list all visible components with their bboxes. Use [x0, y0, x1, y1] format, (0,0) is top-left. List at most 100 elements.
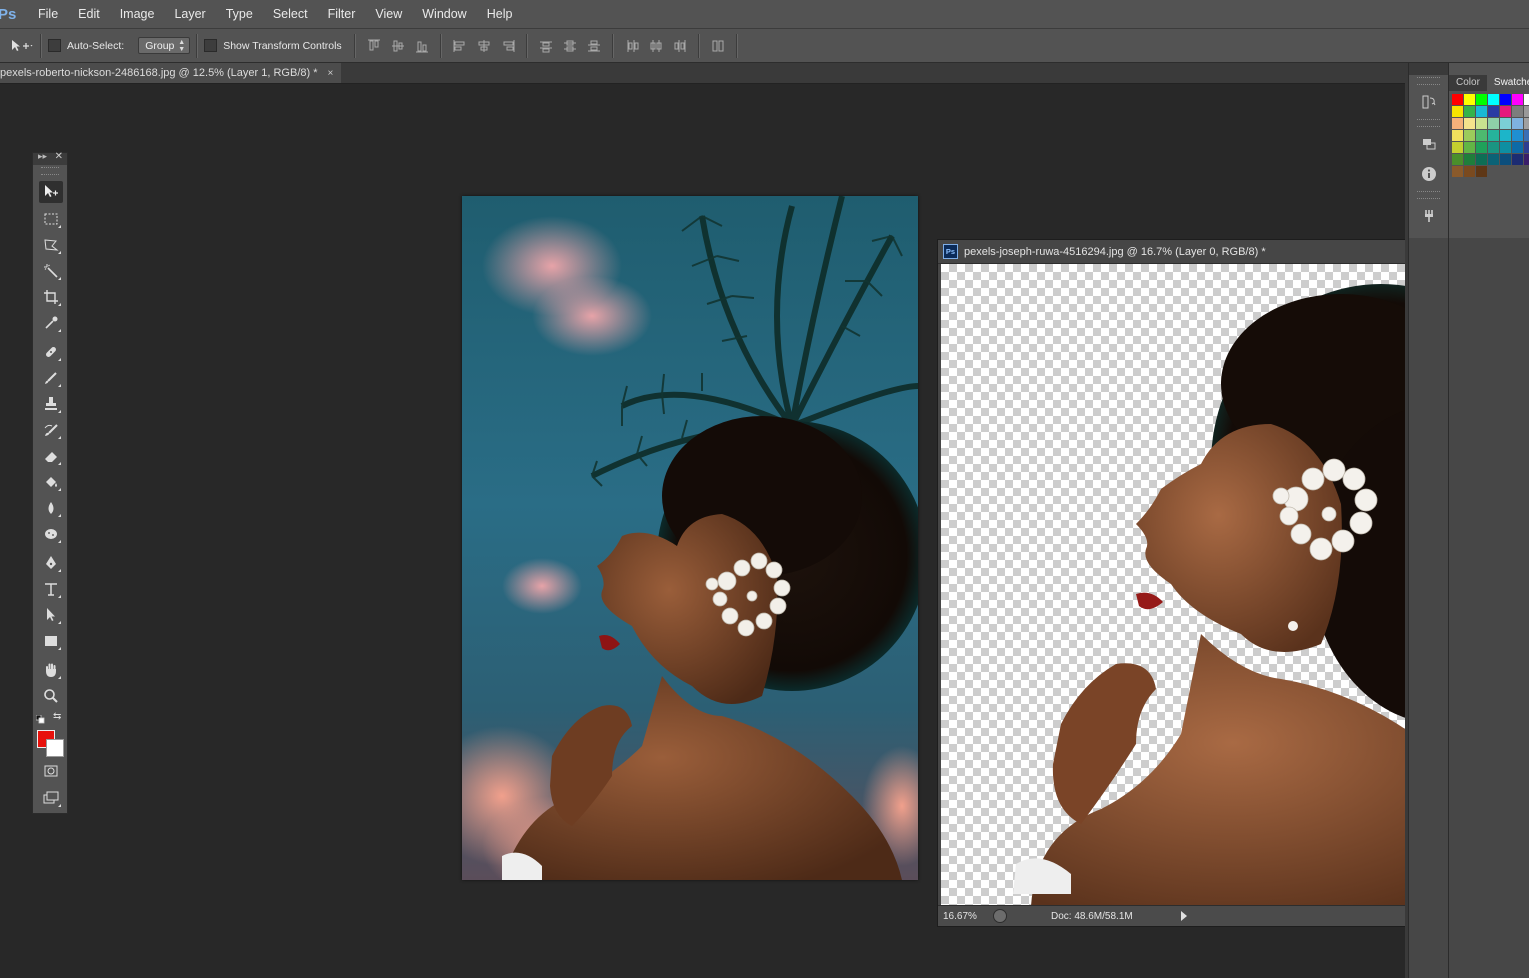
menu-layer[interactable]: Layer — [164, 0, 215, 28]
brush-tool[interactable] — [39, 367, 63, 389]
tab-swatches[interactable]: Swatches — [1486, 75, 1529, 91]
color-swatch[interactable] — [1524, 142, 1529, 153]
menu-window[interactable]: Window — [412, 0, 476, 28]
color-swatch[interactable] — [1512, 118, 1523, 129]
panel-grip[interactable] — [1417, 119, 1440, 127]
color-swatch[interactable] — [1500, 106, 1511, 117]
color-swatch[interactable] — [1476, 94, 1487, 105]
close-tab-icon[interactable]: × — [328, 68, 334, 79]
color-swatch[interactable] — [1512, 154, 1523, 165]
color-swatch[interactable] — [1452, 118, 1463, 129]
color-swatch[interactable] — [1464, 142, 1475, 153]
color-swatch[interactable] — [1524, 94, 1529, 105]
zoom-tool[interactable] — [39, 685, 63, 707]
history-panel-button[interactable] — [1409, 87, 1448, 117]
menu-file[interactable]: File — [28, 0, 68, 28]
color-swatch[interactable] — [1476, 142, 1487, 153]
color-swatch[interactable] — [1452, 106, 1463, 117]
rectangle-tool[interactable] — [39, 630, 63, 652]
color-swatch[interactable] — [1512, 94, 1523, 105]
color-swatch[interactable] — [1452, 154, 1463, 165]
eraser-tool[interactable] — [39, 445, 63, 467]
tool-presets-panel-button[interactable] — [1409, 201, 1448, 231]
color-swatch[interactable] — [1464, 154, 1475, 165]
magic-wand-tool[interactable] — [39, 260, 63, 282]
sponge-tool[interactable] — [39, 523, 63, 545]
align-left-edges-icon[interactable] — [453, 39, 467, 53]
color-swatch[interactable] — [1488, 130, 1499, 141]
menu-help[interactable]: Help — [477, 0, 523, 28]
color-swatch[interactable] — [1452, 94, 1463, 105]
document-canvas-composite[interactable] — [462, 196, 918, 880]
menu-edit[interactable]: Edit — [68, 0, 110, 28]
color-swatch[interactable] — [1476, 166, 1487, 177]
default-colors-icon[interactable] — [35, 713, 45, 724]
expand-panel-icon[interactable]: ▸▸ — [38, 151, 47, 162]
blur-tool[interactable] — [39, 497, 63, 519]
distribute-top-edges-icon[interactable] — [539, 39, 553, 53]
color-swatch[interactable] — [1452, 166, 1463, 177]
auto-align-layers-icon[interactable] — [711, 39, 725, 53]
distribute-vertical-centers-icon[interactable] — [563, 39, 577, 53]
menu-image[interactable]: Image — [110, 0, 165, 28]
align-horizontal-centers-icon[interactable] — [477, 39, 491, 53]
color-swatch[interactable] — [1512, 106, 1523, 117]
eyedropper-tool[interactable] — [39, 312, 63, 334]
color-swatch[interactable] — [1524, 106, 1529, 117]
color-swatch[interactable] — [1500, 154, 1511, 165]
quick-mask-button[interactable] — [39, 760, 63, 782]
color-swatch[interactable] — [1500, 94, 1511, 105]
menu-type[interactable]: Type — [216, 0, 263, 28]
auto-select-dropdown[interactable]: Group ▲ ▼ — [138, 37, 191, 54]
distribute-right-edges-icon[interactable] — [673, 39, 687, 53]
color-swatch[interactable] — [1524, 154, 1529, 165]
paint-bucket-tool[interactable] — [39, 471, 63, 493]
rectangular-marquee-tool[interactable] — [39, 208, 63, 230]
document-tab[interactable]: pexels-roberto-nickson-2486168.jpg @ 12.… — [0, 63, 342, 83]
color-swatch[interactable] — [1464, 94, 1475, 105]
color-swatch[interactable] — [1488, 106, 1499, 117]
background-color-swatch[interactable] — [46, 739, 64, 757]
color-swatch[interactable] — [1488, 142, 1499, 153]
color-swatch[interactable] — [1500, 130, 1511, 141]
color-swatch[interactable] — [1464, 118, 1475, 129]
align-bottom-edges-icon[interactable] — [415, 39, 429, 53]
menu-filter[interactable]: Filter — [318, 0, 366, 28]
hand-tool[interactable] — [39, 659, 63, 681]
distribute-horizontal-centers-icon[interactable] — [649, 39, 663, 53]
color-swatch[interactable] — [1488, 94, 1499, 105]
color-swatch[interactable] — [1500, 118, 1511, 129]
align-vertical-centers-icon[interactable] — [391, 39, 405, 53]
color-swatch[interactable] — [1488, 154, 1499, 165]
align-right-edges-icon[interactable] — [501, 39, 515, 53]
pen-tool[interactable] — [39, 552, 63, 574]
menu-view[interactable]: View — [365, 0, 412, 28]
path-selection-tool[interactable] — [39, 604, 63, 626]
color-swatch[interactable] — [1464, 130, 1475, 141]
move-tool[interactable] — [39, 181, 63, 203]
status-menu-arrow-icon[interactable] — [1181, 911, 1187, 921]
lasso-tool[interactable] — [39, 234, 63, 256]
color-swatch[interactable] — [1464, 106, 1475, 117]
color-swatch[interactable] — [1476, 106, 1487, 117]
info-panel-button[interactable] — [1409, 159, 1448, 189]
color-swatch[interactable] — [1524, 118, 1529, 129]
type-tool[interactable] — [39, 578, 63, 600]
color-swatch[interactable] — [1464, 166, 1475, 177]
auto-select-checkbox[interactable] — [48, 39, 61, 52]
distribute-bottom-edges-icon[interactable] — [587, 39, 601, 53]
color-swatch[interactable] — [1488, 118, 1499, 129]
screen-mode-button[interactable] — [39, 787, 63, 809]
align-top-edges-icon[interactable] — [367, 39, 381, 53]
color-swatch[interactable] — [1500, 142, 1511, 153]
zoom-level-field[interactable]: 16.67% — [938, 911, 989, 922]
menu-select[interactable]: Select — [263, 0, 318, 28]
color-swatch[interactable] — [1452, 130, 1463, 141]
color-swatch[interactable] — [1476, 154, 1487, 165]
color-swatch[interactable] — [1512, 130, 1523, 141]
panel-grip[interactable] — [41, 167, 59, 175]
move-tool-preset-icon[interactable] — [10, 39, 34, 53]
swap-colors-icon[interactable]: ⇆ — [53, 711, 61, 722]
distribute-left-edges-icon[interactable] — [625, 39, 639, 53]
clone-stamp-tool[interactable] — [39, 393, 63, 415]
